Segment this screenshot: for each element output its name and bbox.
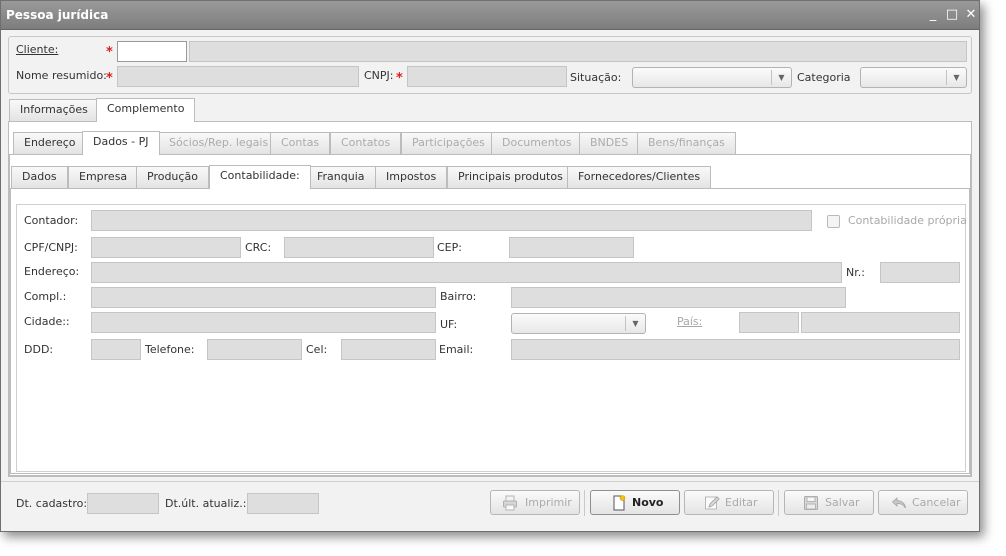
- title-bar[interactable]: Pessoa jurídica _ □ ✕: [1, 1, 979, 30]
- tab-principais-produtos[interactable]: Principais produtos: [447, 166, 574, 188]
- tab-franquia[interactable]: Franquia: [306, 166, 376, 188]
- pais-link[interactable]: País:: [677, 315, 702, 328]
- chevron-down-icon: ▼: [625, 316, 645, 331]
- editar-label: Editar: [725, 496, 758, 509]
- bairro-label: Bairro:: [440, 290, 477, 303]
- editar-button[interactable]: Editar: [684, 490, 774, 515]
- endereco-field[interactable]: [91, 262, 842, 283]
- window-title: Pessoa jurídica: [6, 8, 109, 22]
- close-icon[interactable]: ✕: [963, 6, 979, 24]
- minimize-icon[interactable]: _: [925, 6, 941, 24]
- imprimir-button[interactable]: Imprimir: [490, 490, 580, 515]
- dt-ult-atualiz-field[interactable]: [247, 493, 319, 514]
- tab-fornecedores-clientes[interactable]: Fornecedores/Clientes: [567, 166, 712, 188]
- categoria-select[interactable]: ▼: [860, 67, 967, 88]
- salvar-label: Salvar: [825, 496, 860, 509]
- tab-impostos[interactable]: Impostos: [375, 166, 448, 188]
- cel-field[interactable]: [341, 339, 436, 360]
- endereco-label: Endereço:: [24, 265, 80, 278]
- tab-contas[interactable]: Contas: [270, 132, 331, 154]
- ddd-label: DDD:: [24, 343, 54, 356]
- maximize-icon[interactable]: □: [944, 6, 960, 24]
- cpf-cnpj-field[interactable]: [91, 237, 241, 258]
- uf-label: UF:: [440, 318, 458, 331]
- nr-label: Nr.:: [846, 266, 865, 279]
- bairro-field[interactable]: [511, 287, 846, 308]
- salvar-button[interactable]: Salvar: [784, 490, 874, 515]
- crc-label: CRC:: [245, 241, 272, 254]
- email-field[interactable]: [511, 339, 960, 360]
- undo-arrow-icon: [891, 497, 906, 509]
- save-disk-icon: [804, 496, 818, 510]
- tab-bndes[interactable]: BNDES: [579, 132, 640, 154]
- chevron-down-icon: ▼: [946, 70, 966, 85]
- tab-dados-pj[interactable]: Dados - PJ: [82, 131, 160, 155]
- pais-code-field[interactable]: [739, 312, 799, 333]
- required-mark: *: [106, 45, 113, 60]
- imprimir-label: Imprimir: [525, 496, 572, 509]
- cpf-cnpj-label: CPF/CNPJ:: [24, 241, 78, 254]
- compl-label: Compl.:: [24, 290, 67, 303]
- dt-cadastro-label: Dt. cadastro:: [16, 497, 88, 510]
- contador-field[interactable]: [91, 210, 812, 231]
- cliente-label: Cliente:: [16, 43, 59, 56]
- tab-endereco[interactable]: Endereço: [13, 132, 87, 154]
- email-label: Email:: [439, 343, 474, 356]
- cidade-field[interactable]: [91, 312, 436, 333]
- tab-bens-financas[interactable]: Bens/finanças: [637, 132, 736, 154]
- toolbar-separator: [584, 490, 585, 516]
- pais-name-field[interactable]: [801, 312, 960, 333]
- situacao-select[interactable]: ▼: [632, 67, 792, 88]
- tab-complemento[interactable]: Complemento: [96, 98, 196, 122]
- telefone-field[interactable]: [207, 339, 302, 360]
- contabilidade-propria-label: Contabilidade própria: [848, 214, 967, 227]
- new-document-icon: [613, 495, 626, 511]
- printer-icon: [503, 495, 517, 511]
- cnpj-label: CNPJ:: [364, 69, 394, 82]
- tab-socios-rep-legais[interactable]: Sócios/Rep. legais: [158, 132, 280, 154]
- chevron-down-icon: ▼: [771, 70, 791, 85]
- toolbar-separator: [778, 490, 779, 516]
- cep-field[interactable]: [509, 237, 634, 258]
- tab-contatos[interactable]: Contatos: [330, 132, 402, 154]
- tab-documentos[interactable]: Documentos: [491, 132, 583, 154]
- cliente-code-input[interactable]: [117, 41, 187, 62]
- contador-label: Contador:: [24, 214, 79, 227]
- required-mark: *: [106, 71, 113, 86]
- cancelar-button[interactable]: Cancelar: [878, 490, 968, 515]
- nome-resumido-label: Nome resumido:: [16, 69, 107, 82]
- tab-participacoes[interactable]: Participações: [401, 132, 496, 154]
- ddd-field[interactable]: [91, 339, 141, 360]
- telefone-label: Telefone:: [145, 343, 195, 356]
- pessoa-juridica-window: Pessoa jurídica _ □ ✕ Cliente: * Nome re…: [0, 0, 980, 532]
- situacao-label: Situação:: [570, 71, 622, 84]
- edit-pencil-icon: [705, 496, 720, 510]
- contabilidade-propria-checkbox[interactable]: [827, 215, 840, 228]
- cliente-name-field[interactable]: [189, 41, 967, 62]
- dt-cadastro-field[interactable]: [87, 493, 159, 514]
- nome-resumido-field[interactable]: [117, 66, 359, 87]
- tab-empresa[interactable]: Empresa: [68, 166, 139, 188]
- cidade-label: Cidade::: [24, 315, 70, 328]
- tab-contabilidade[interactable]: Contabilidade:: [209, 165, 311, 189]
- categoria-label: Categoria: [797, 71, 851, 84]
- cnpj-field[interactable]: [407, 66, 567, 87]
- required-mark: *: [396, 71, 403, 86]
- tab-producao[interactable]: Produção: [136, 166, 209, 188]
- cel-label: Cel:: [306, 343, 328, 356]
- footer-divider: [1, 481, 979, 482]
- crc-field[interactable]: [284, 237, 434, 258]
- compl-field[interactable]: [91, 287, 436, 308]
- novo-button[interactable]: Novo: [590, 490, 680, 515]
- nr-field[interactable]: [880, 262, 960, 283]
- cep-label: CEP:: [437, 241, 462, 254]
- tab-dados[interactable]: Dados: [11, 166, 68, 188]
- uf-select[interactable]: ▼: [511, 313, 646, 334]
- dt-ult-atualiz-label: Dt.últ. atualiz.:: [165, 497, 247, 510]
- tab-informacoes[interactable]: Informações: [9, 99, 99, 121]
- novo-label: Novo: [632, 496, 664, 509]
- cancelar-label: Cancelar: [912, 496, 961, 509]
